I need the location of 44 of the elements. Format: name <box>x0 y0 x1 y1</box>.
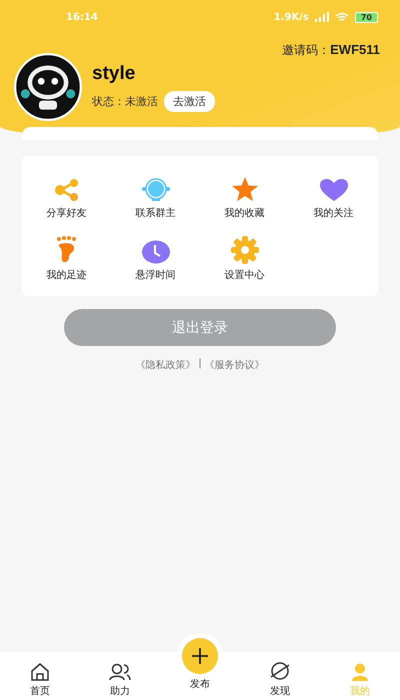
person-icon <box>351 663 369 681</box>
menu-label: 联系群主 <box>136 206 176 220</box>
menu-label: 设置中心 <box>224 268 264 282</box>
menu-item[interactable]: 联系群主 <box>111 170 200 220</box>
menu-item[interactable]: 我的收藏 <box>200 170 289 220</box>
menu-label: 我的收藏 <box>224 206 264 220</box>
menu-item[interactable]: 我的关注 <box>289 170 378 220</box>
invite-code: EWF511 <box>330 42 380 57</box>
menu-item[interactable]: 我的足迹 <box>22 232 111 282</box>
wifi-icon <box>334 12 349 22</box>
status-time: 16:14 <box>66 12 98 22</box>
nav-tab[interactable]: 发现 <box>240 661 320 698</box>
battery-indicator: 70 <box>354 12 378 22</box>
menu-item[interactable]: 分享好友 <box>22 170 111 220</box>
star-icon <box>230 176 258 202</box>
nav-tab[interactable]: 首页 <box>0 663 80 698</box>
home-icon <box>30 663 50 681</box>
status-value: 未激活 <box>125 94 158 108</box>
nav-tab[interactable]: 助力 <box>80 663 160 698</box>
headset-icon <box>140 178 172 202</box>
menu-label: 分享好友 <box>46 206 86 220</box>
user-name: style <box>92 62 136 84</box>
menu-label: 我的关注 <box>314 206 354 220</box>
terms-of-service-link[interactable]: 《服务协议》 <box>204 358 265 372</box>
activate-button[interactable]: 去激活 <box>164 90 215 112</box>
signal-icon <box>314 12 329 22</box>
privacy-policy-link[interactable]: 《隐私政策》 <box>135 358 196 372</box>
people-icon <box>109 663 131 681</box>
avatar-icon <box>14 53 82 121</box>
menu-label: 悬浮时间 <box>136 268 176 282</box>
nav-tab[interactable]: 发布 <box>160 638 240 691</box>
link-separator: | <box>198 358 202 371</box>
publish-button[interactable] <box>182 638 218 674</box>
network-speed: 1.9K/s <box>274 12 309 22</box>
status-label: 状态： <box>92 94 125 108</box>
footprint-icon <box>54 236 78 264</box>
menu-item[interactable]: 悬浮时间 <box>111 232 200 282</box>
menu-item[interactable]: 设置中心 <box>200 232 289 282</box>
clock-icon <box>142 240 170 264</box>
invite-label: 邀请码： <box>282 43 330 57</box>
heart-icon <box>318 178 348 202</box>
share-icon <box>52 178 80 202</box>
menu-label: 我的足迹 <box>46 268 86 282</box>
plus-icon <box>191 647 209 665</box>
